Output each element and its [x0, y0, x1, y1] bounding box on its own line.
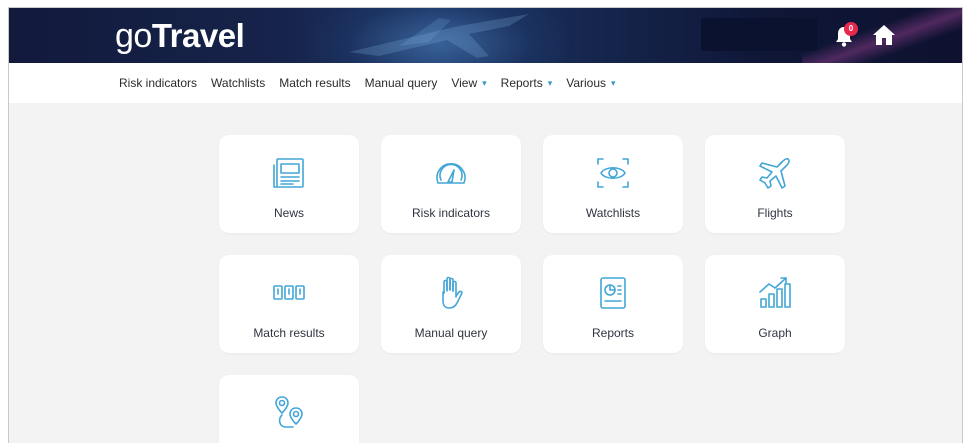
nav-watchlists[interactable]: Watchlists: [211, 76, 265, 90]
nav-label: Reports: [500, 76, 543, 90]
nav-label: Manual query: [364, 76, 438, 90]
chevron-down-icon: ▾: [482, 77, 487, 88]
header: go Travel 0: [9, 8, 962, 63]
nav-match-results[interactable]: Match results: [279, 76, 350, 90]
nav-label: Match results: [279, 76, 351, 90]
app-window: go Travel 0 Risk indicators Watchlists M…: [8, 7, 963, 443]
growth-chart-icon: [755, 273, 795, 313]
tile-label: Watchlists: [585, 206, 641, 220]
tile-watchlists[interactable]: Watchlists: [543, 135, 683, 233]
hand-icon: [431, 273, 471, 313]
bars-match-icon: [269, 273, 309, 313]
tile-label: Match results: [253, 326, 325, 340]
report-icon: [593, 273, 633, 313]
tile-label: Manual query: [414, 326, 488, 340]
logo-prefix: go: [115, 16, 152, 55]
nav-label: View: [451, 76, 478, 90]
nav-label: Risk indicators: [119, 76, 198, 90]
tile-news[interactable]: News: [219, 135, 359, 233]
user-info-box[interactable]: [701, 18, 817, 51]
tile-flights[interactable]: Flights: [705, 135, 845, 233]
main-nav: Risk indicators Watchlists Match results…: [9, 63, 962, 103]
tile-label: Risk indicators: [411, 206, 491, 220]
nav-manual-query[interactable]: Manual query: [365, 76, 438, 90]
chevron-down-icon: ▾: [611, 77, 616, 88]
tile-label: Graph: [758, 326, 792, 340]
tile-graph[interactable]: Graph: [705, 255, 845, 353]
tile-label: Flights: [757, 206, 793, 220]
nav-label: Watchlists: [211, 76, 266, 90]
tile-risk-indicators[interactable]: Risk indicators: [381, 135, 521, 233]
tile-manual-query[interactable]: Manual query: [381, 255, 521, 353]
tile-label: Reports: [591, 326, 635, 340]
tile-match-results[interactable]: Match results: [219, 255, 359, 353]
chevron-down-icon: ▾: [547, 77, 553, 88]
eye-scan-icon: [593, 153, 633, 193]
home-icon[interactable]: [871, 22, 897, 48]
logo-suffix: Travel: [151, 17, 245, 54]
tile-reports[interactable]: Reports: [543, 255, 683, 353]
nav-risk-indicators[interactable]: Risk indicators: [119, 76, 197, 90]
background-plane-icon: [349, 14, 529, 58]
notification-badge: 0: [844, 22, 858, 36]
airplane-icon: [755, 153, 795, 193]
nav-various-dropdown[interactable]: Various ▾: [566, 76, 615, 90]
nav-label: Various: [566, 76, 607, 90]
nav-view-dropdown[interactable]: View ▾: [451, 76, 486, 90]
tile-label: News: [273, 206, 304, 220]
nav-reports-dropdown[interactable]: Reports ▾: [501, 76, 553, 90]
tile-route[interactable]: [219, 375, 359, 443]
newspaper-icon: [269, 153, 309, 193]
gotravel-logo[interactable]: go Travel: [115, 16, 245, 55]
route-pins-icon: [269, 393, 309, 433]
gauge-icon: [431, 153, 471, 193]
